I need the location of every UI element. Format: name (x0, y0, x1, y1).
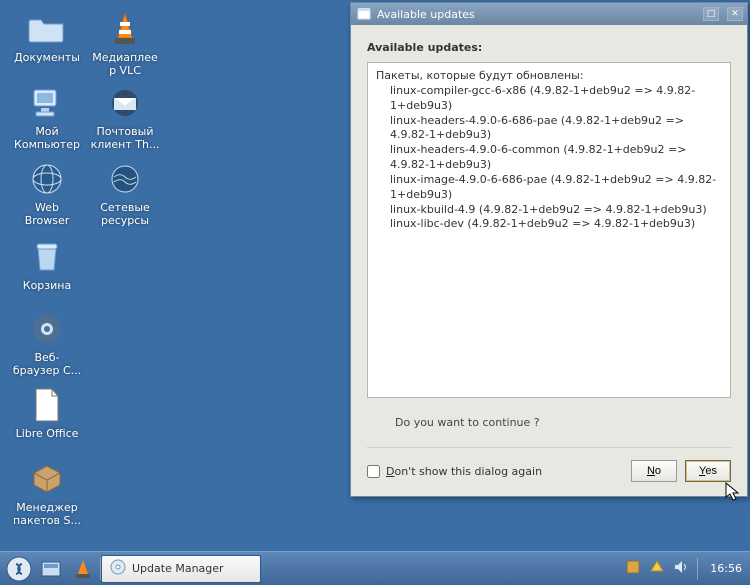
system-tray: 16:56 (625, 558, 746, 580)
start-button[interactable] (4, 555, 34, 583)
yes-button[interactable]: Yes (685, 460, 731, 482)
desktop-icon-libreoffice[interactable]: Libre Office (12, 386, 82, 441)
maximize-button[interactable]: □ (703, 7, 719, 21)
network-icon (106, 160, 144, 198)
taskbar: Update Manager 16:56 (0, 551, 750, 585)
desktop-icon-label: Медиаплеер VLC (90, 52, 160, 77)
desktop-icon-chromium[interactable]: Веб-браузер C... (12, 310, 82, 377)
dont-show-again[interactable]: Don't show this dialog again (367, 465, 623, 478)
dialog-app-icon (357, 7, 371, 21)
disc-icon (110, 559, 126, 578)
show-desktop-button[interactable] (36, 555, 66, 583)
dialog-body: Available updates: Пакеты, которые будут… (351, 25, 747, 447)
available-updates-dialog: Available updates □ ✕ Available updates:… (350, 2, 748, 497)
desktop-icon-network[interactable]: Сетевые ресурсы (90, 160, 160, 227)
dialog-titlebar[interactable]: Available updates □ ✕ (351, 3, 747, 25)
tray-icon[interactable] (625, 559, 641, 578)
package-line: linux-compiler-gcc-6-x86 (4.9.82-1+deb9u… (376, 84, 722, 114)
tray-volume-icon[interactable] (673, 559, 689, 578)
desktop-icon-mail[interactable]: Почтовый клиент Th... (90, 84, 160, 151)
package-line: linux-image-4.9.0-6-686-pae (4.9.82-1+de… (376, 173, 722, 203)
folder-icon (28, 10, 66, 48)
taskbar-app-label: Update Manager (132, 562, 224, 575)
desktop-icon-label: Мой Компьютер (12, 126, 82, 151)
vlc-icon (106, 10, 144, 48)
dialog-heading: Available updates: (367, 41, 731, 54)
desktop-icon-label: Менеджер пакетов S... (12, 502, 82, 527)
packages-header: Пакеты, которые будут обновлены: (376, 69, 722, 84)
dialog-title: Available updates (377, 8, 695, 21)
tray-updates-icon[interactable] (649, 559, 665, 578)
trash-icon (28, 238, 66, 276)
dialog-actions: Don't show this dialog again No Yes (351, 448, 747, 496)
desktop-icon-label: Web Browser (12, 202, 82, 227)
dialog-question: Do you want to continue ? (367, 398, 731, 447)
package-icon (28, 460, 66, 498)
desktop-icon-trash[interactable]: Корзина (12, 238, 82, 293)
desktop-icon-label: Libre Office (16, 428, 79, 441)
dont-show-label: on't show this dialog again (394, 465, 542, 478)
package-line: linux-libc-dev (4.9.82-1+deb9u2 => 4.9.8… (376, 217, 722, 232)
document-icon (28, 386, 66, 424)
clock[interactable]: 16:56 (706, 562, 746, 575)
package-line: linux-headers-4.9.0-6-686-pae (4.9.82-1+… (376, 114, 722, 144)
computer-icon (28, 84, 66, 122)
quicklaunch-vlc[interactable] (68, 555, 98, 583)
desktop-icon-label: Веб-браузер C... (12, 352, 82, 377)
package-line: linux-headers-4.9.0-6-common (4.9.82-1+d… (376, 143, 722, 173)
mail-icon (106, 84, 144, 122)
desktop-icon-computer[interactable]: Мой Компьютер (12, 84, 82, 151)
package-line: linux-kbuild-4.9 (4.9.82-1+deb9u2 => 4.9… (376, 203, 722, 218)
chromium-icon (28, 310, 66, 348)
desktop-icon-documents[interactable]: Документы (12, 10, 82, 65)
globe-icon (28, 160, 66, 198)
desktop-icon-label: Корзина (23, 280, 71, 293)
close-button[interactable]: ✕ (727, 7, 743, 21)
desktop-icon-label: Документы (14, 52, 80, 65)
taskbar-app-update-manager[interactable]: Update Manager (101, 555, 261, 583)
desktop-icon-webbrowser[interactable]: Web Browser (12, 160, 82, 227)
desktop-icon-label: Почтовый клиент Th... (90, 126, 160, 151)
dont-show-checkbox[interactable] (367, 465, 380, 478)
no-button[interactable]: No (631, 460, 677, 482)
desktop-icon-vlc[interactable]: Медиаплеер VLC (90, 10, 160, 77)
updates-listbox[interactable]: Пакеты, которые будут обновлены: linux-c… (367, 62, 731, 398)
desktop-icon-label: Сетевые ресурсы (90, 202, 160, 227)
desktop-icon-synaptic[interactable]: Менеджер пакетов S... (12, 460, 82, 527)
taskbar-separator (697, 558, 698, 580)
